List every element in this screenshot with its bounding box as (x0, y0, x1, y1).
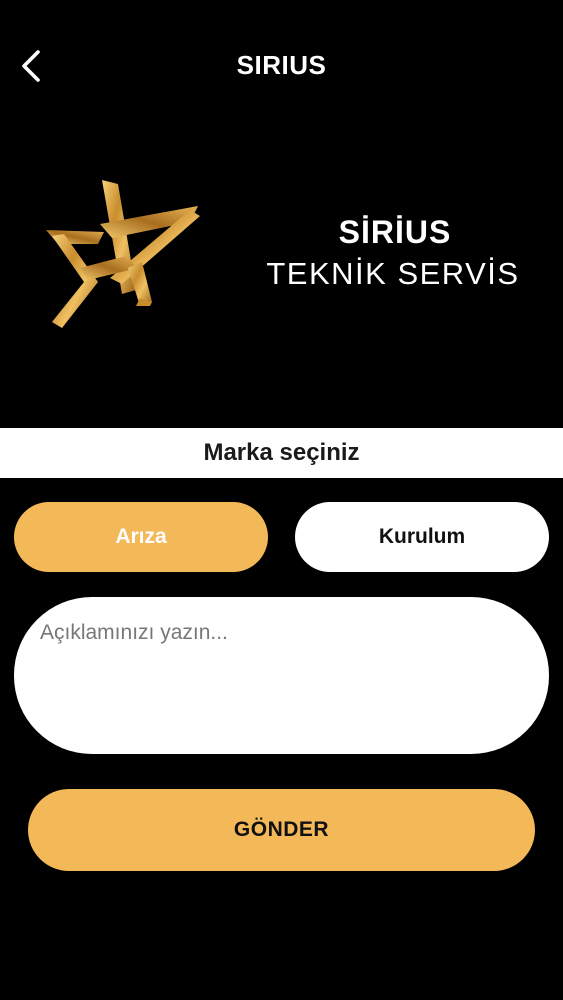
brand-subtitle: TEKNİK SERVİS (266, 256, 520, 291)
ariza-option-button[interactable]: Arıza (14, 502, 268, 572)
brand-select-button[interactable]: Marka seçiniz (0, 428, 563, 478)
description-box (14, 597, 549, 754)
submit-button[interactable]: GÖNDER (28, 789, 535, 871)
brand-select-label: Marka seçiniz (203, 439, 360, 466)
brand-name: SİRİUS (338, 214, 452, 250)
page-title: SIRIUS (236, 50, 327, 80)
kurulum-option-button[interactable]: Kurulum (295, 502, 549, 572)
description-input[interactable] (40, 621, 520, 731)
app-header: SIRIUS (0, 0, 563, 130)
gold-star-logo (40, 172, 205, 334)
